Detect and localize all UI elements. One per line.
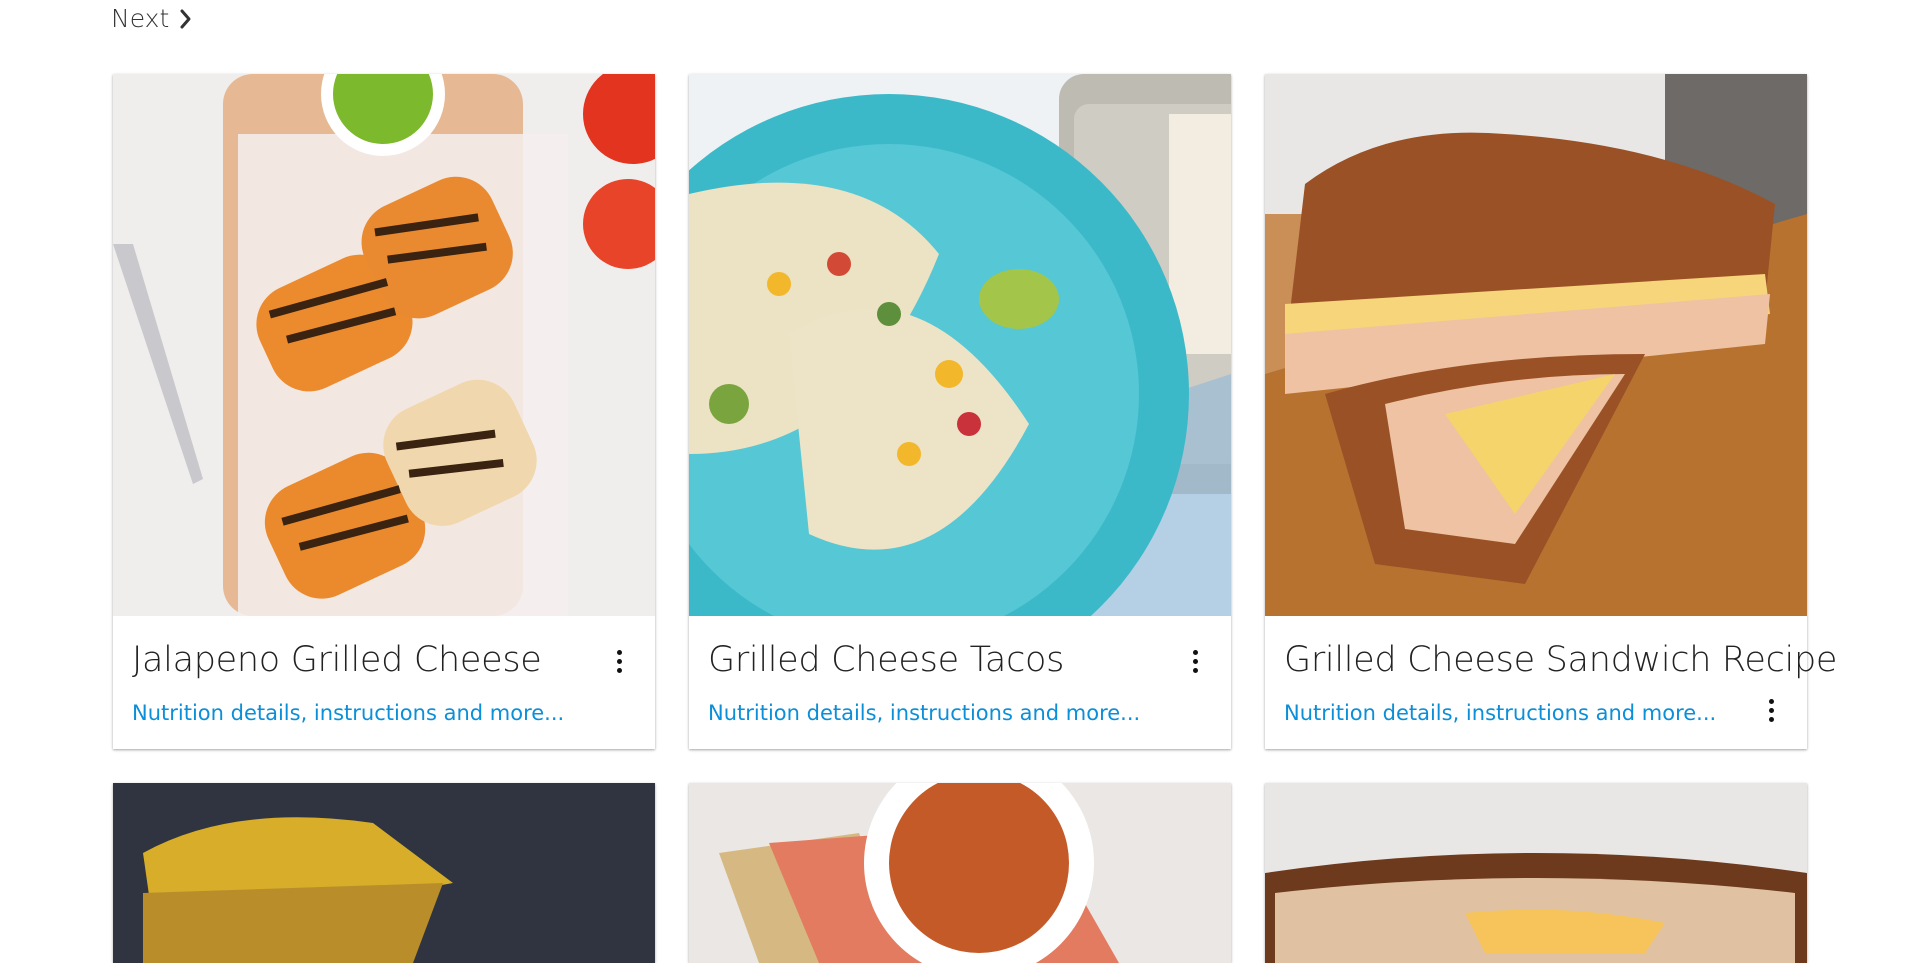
recipe-image[interactable] xyxy=(113,783,655,963)
recipe-card[interactable]: Grilled Cheese Sandwich Recipe Nutrition… xyxy=(1265,74,1837,749)
recipe-image[interactable] xyxy=(1265,74,1807,616)
recipe-card[interactable] xyxy=(113,783,655,963)
recipe-details-link[interactable]: Nutrition details, instructions and more… xyxy=(1284,701,1716,725)
next-page-link[interactable]: Next xyxy=(111,4,193,33)
recipe-card[interactable] xyxy=(1265,783,1807,963)
recipe-card[interactable]: Grilled Cheese Tacos Nutrition details, … xyxy=(689,74,1231,749)
recipe-image[interactable] xyxy=(113,74,655,616)
card-body: Grilled Cheese Sandwich Recipe Nutrition… xyxy=(1265,616,1837,749)
card-body: Grilled Cheese Tacos Nutrition details, … xyxy=(689,616,1231,749)
recipe-title[interactable]: Grilled Cheese Tacos xyxy=(708,640,1064,680)
recipe-card[interactable] xyxy=(689,783,1231,963)
next-label: Next xyxy=(111,4,170,33)
recipe-details-link[interactable]: Nutrition details, instructions and more… xyxy=(708,701,1140,725)
card-body: Jalapeno Grilled Cheese Nutrition detail… xyxy=(113,616,655,749)
recipe-card[interactable]: Jalapeno Grilled Cheese Nutrition detail… xyxy=(113,74,655,749)
recipe-details-link[interactable]: Nutrition details, instructions and more… xyxy=(132,701,564,725)
recipe-image[interactable] xyxy=(689,74,1231,616)
more-vertical-icon[interactable] xyxy=(608,646,630,676)
more-vertical-icon[interactable] xyxy=(1184,646,1206,676)
recipe-title[interactable]: Jalapeno Grilled Cheese xyxy=(132,640,542,680)
recipe-grid: Jalapeno Grilled Cheese Nutrition detail… xyxy=(113,74,1837,963)
more-vertical-icon[interactable] xyxy=(1760,695,1782,725)
recipe-title[interactable]: Grilled Cheese Sandwich Recipe xyxy=(1284,640,1837,680)
recipe-image[interactable] xyxy=(689,783,1231,963)
recipe-image[interactable] xyxy=(1265,783,1807,963)
chevron-right-icon xyxy=(179,8,193,30)
